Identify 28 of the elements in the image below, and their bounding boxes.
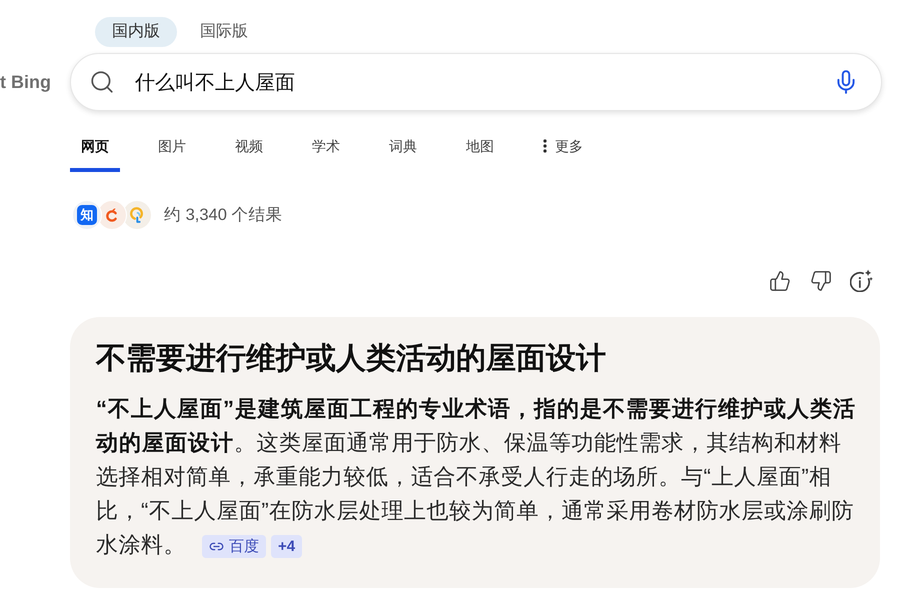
result-count: 约 3,340 个结果 bbox=[164, 205, 282, 226]
nav-tab[interactable]: 学术 bbox=[301, 122, 351, 172]
thumbs-up-button[interactable] bbox=[768, 269, 791, 292]
bulb-logo-icon bbox=[122, 200, 152, 230]
thumbs-up-icon bbox=[768, 270, 790, 292]
edition-tab[interactable]: 国内版 bbox=[95, 17, 177, 47]
nav-tab[interactable]: 网页 bbox=[70, 122, 120, 172]
source-link[interactable]: 百度 bbox=[202, 534, 266, 558]
info-sparkle-button[interactable] bbox=[850, 269, 873, 292]
nav-tab[interactable]: 视频 bbox=[224, 122, 274, 172]
logo-text: t Bing bbox=[0, 72, 52, 92]
more-sources-link[interactable]: +4 bbox=[271, 534, 302, 558]
leaf-c-logo-icon bbox=[97, 200, 127, 230]
thumbs-down-icon bbox=[810, 270, 832, 292]
search-bar[interactable]: 什么叫不上人屋面 bbox=[70, 53, 882, 111]
thumbs-down-button[interactable] bbox=[809, 269, 832, 292]
search-field[interactable]: 什么叫不上人屋面 bbox=[135, 67, 817, 97]
search-icon[interactable] bbox=[89, 69, 115, 95]
answer-title: 不需要进行维护或人类活动的屋面设计 bbox=[96, 341, 607, 377]
info-sparkle-icon bbox=[850, 269, 873, 292]
nav-tab[interactable]: 地图 bbox=[455, 122, 505, 172]
edition-tab[interactable]: 国际版 bbox=[183, 17, 265, 47]
nav-tab[interactable]: 词典 bbox=[378, 122, 428, 172]
nav-tab[interactable]: 图片 bbox=[147, 122, 197, 172]
more-icon bbox=[543, 139, 547, 153]
answer-text: “不上人屋面”是建筑屋面工程的专业术语，指的是不需要进行维护或人类活动的屋面设计。这类屋面通常用于防水、保温等功能性需求，其结构和材料选择相对简单，承重能力较低，适合不承受人行走的场所。与“上人屋面”相比，“不上人屋面”在防水层处理上也较为简单，通常采用卷材防水层或涂刷防水涂料。 百度 +4 bbox=[96, 395, 857, 560]
nav-tab[interactable]: 更多 bbox=[532, 122, 594, 172]
source-logo: 知 bbox=[72, 200, 102, 230]
